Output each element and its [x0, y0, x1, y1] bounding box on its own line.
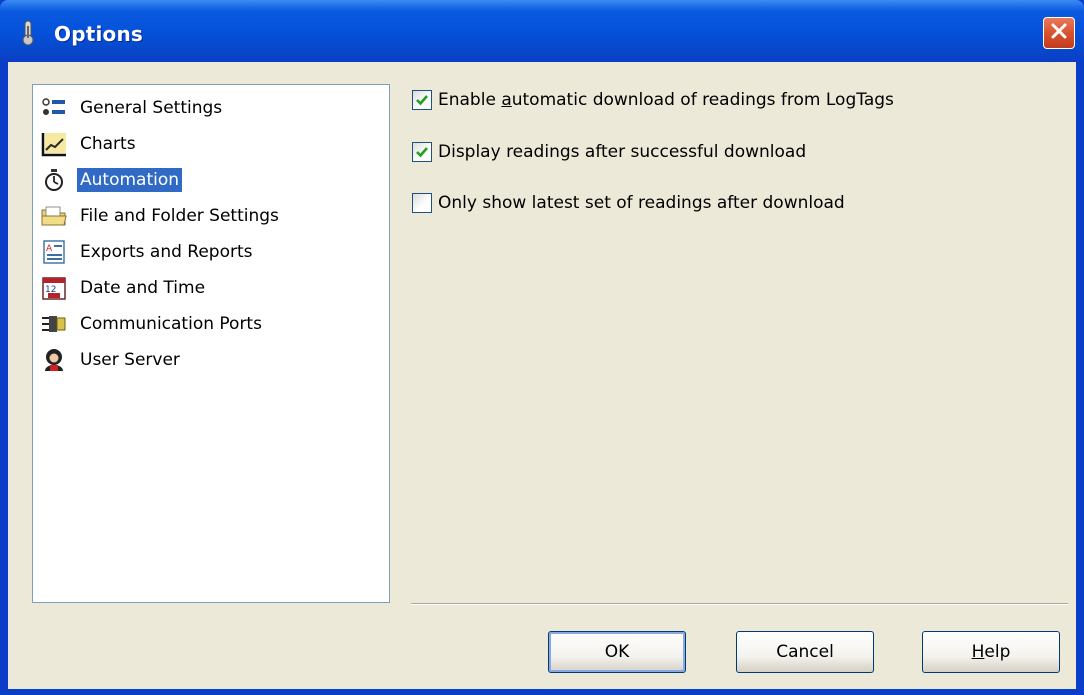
title-bar[interactable]: Options: [0, 0, 1084, 62]
close-icon: [1050, 22, 1068, 44]
stopwatch-icon: [41, 167, 67, 193]
ok-button[interactable]: OK: [548, 631, 686, 673]
options-window: Options General Settings Charts Automati…: [0, 0, 1084, 695]
options-category-tree[interactable]: General Settings Charts Automation File …: [32, 84, 390, 603]
thermometer-icon: [18, 20, 38, 46]
svg-text:A: A: [46, 244, 53, 254]
accelerator-key: H: [971, 642, 985, 662]
tree-item-charts[interactable]: Charts: [41, 129, 139, 159]
tree-item-label: General Settings: [80, 98, 223, 118]
tree-item-label: Automation: [75, 167, 184, 193]
auto-download-label: Enable automatic download of readings fr…: [438, 90, 894, 110]
calendar-icon: 12: [41, 275, 67, 301]
window-title: Options: [54, 22, 144, 46]
tree-item-label: Charts: [80, 134, 136, 154]
help-button[interactable]: Help: [922, 631, 1060, 673]
tree-item-label: File and Folder Settings: [80, 206, 279, 226]
display-after-download-label: Display readings after successful downlo…: [438, 142, 807, 162]
label-part: utomatic download of readings from LogTa…: [511, 90, 894, 110]
latest-only-label: Only show latest set of readings after d…: [438, 193, 845, 213]
tree-item-automation[interactable]: Automation: [41, 165, 184, 195]
divider: [411, 603, 1068, 605]
latest-only-option[interactable]: Only show latest set of readings after d…: [412, 190, 845, 216]
tree-item-general-settings[interactable]: General Settings: [41, 93, 225, 123]
accelerator-key: a: [501, 90, 512, 110]
checkmark-icon: [416, 147, 428, 158]
tree-item-communication-ports[interactable]: Communication Ports: [41, 309, 265, 339]
display-after-download-checkbox[interactable]: [412, 142, 432, 162]
button-label: elp: [984, 642, 1011, 662]
auto-download-option[interactable]: Enable automatic download of readings fr…: [412, 87, 894, 113]
report-icon: A: [41, 239, 67, 265]
close-button[interactable]: [1043, 17, 1075, 49]
tree-item-label: Date and Time: [80, 278, 206, 298]
latest-only-checkbox[interactable]: [412, 193, 432, 213]
label-part: Enable: [438, 90, 502, 110]
folder-icon: [41, 203, 67, 229]
tree-item-file-and-folder-settings[interactable]: File and Folder Settings: [41, 201, 282, 231]
checkmark-icon: [416, 95, 428, 106]
cancel-button[interactable]: Cancel: [736, 631, 874, 673]
user-icon: [41, 347, 67, 373]
tree-item-date-and-time[interactable]: 12 Date and Time: [41, 273, 208, 303]
tree-item-exports-and-reports[interactable]: A Exports and Reports: [41, 237, 256, 267]
tree-item-label: Exports and Reports: [80, 242, 253, 262]
display-after-download-option[interactable]: Display readings after successful downlo…: [412, 139, 806, 165]
tree-item-label: User Server: [80, 350, 180, 370]
port-icon: [41, 311, 67, 337]
tree-item-label: Communication Ports: [80, 314, 262, 334]
tree-item-user-server[interactable]: User Server: [41, 345, 183, 375]
dialog-client-area: General Settings Charts Automation File …: [8, 62, 1076, 689]
chart-icon: [41, 131, 67, 157]
auto-download-checkbox[interactable]: [412, 90, 432, 110]
settings-list-icon: [41, 95, 67, 121]
